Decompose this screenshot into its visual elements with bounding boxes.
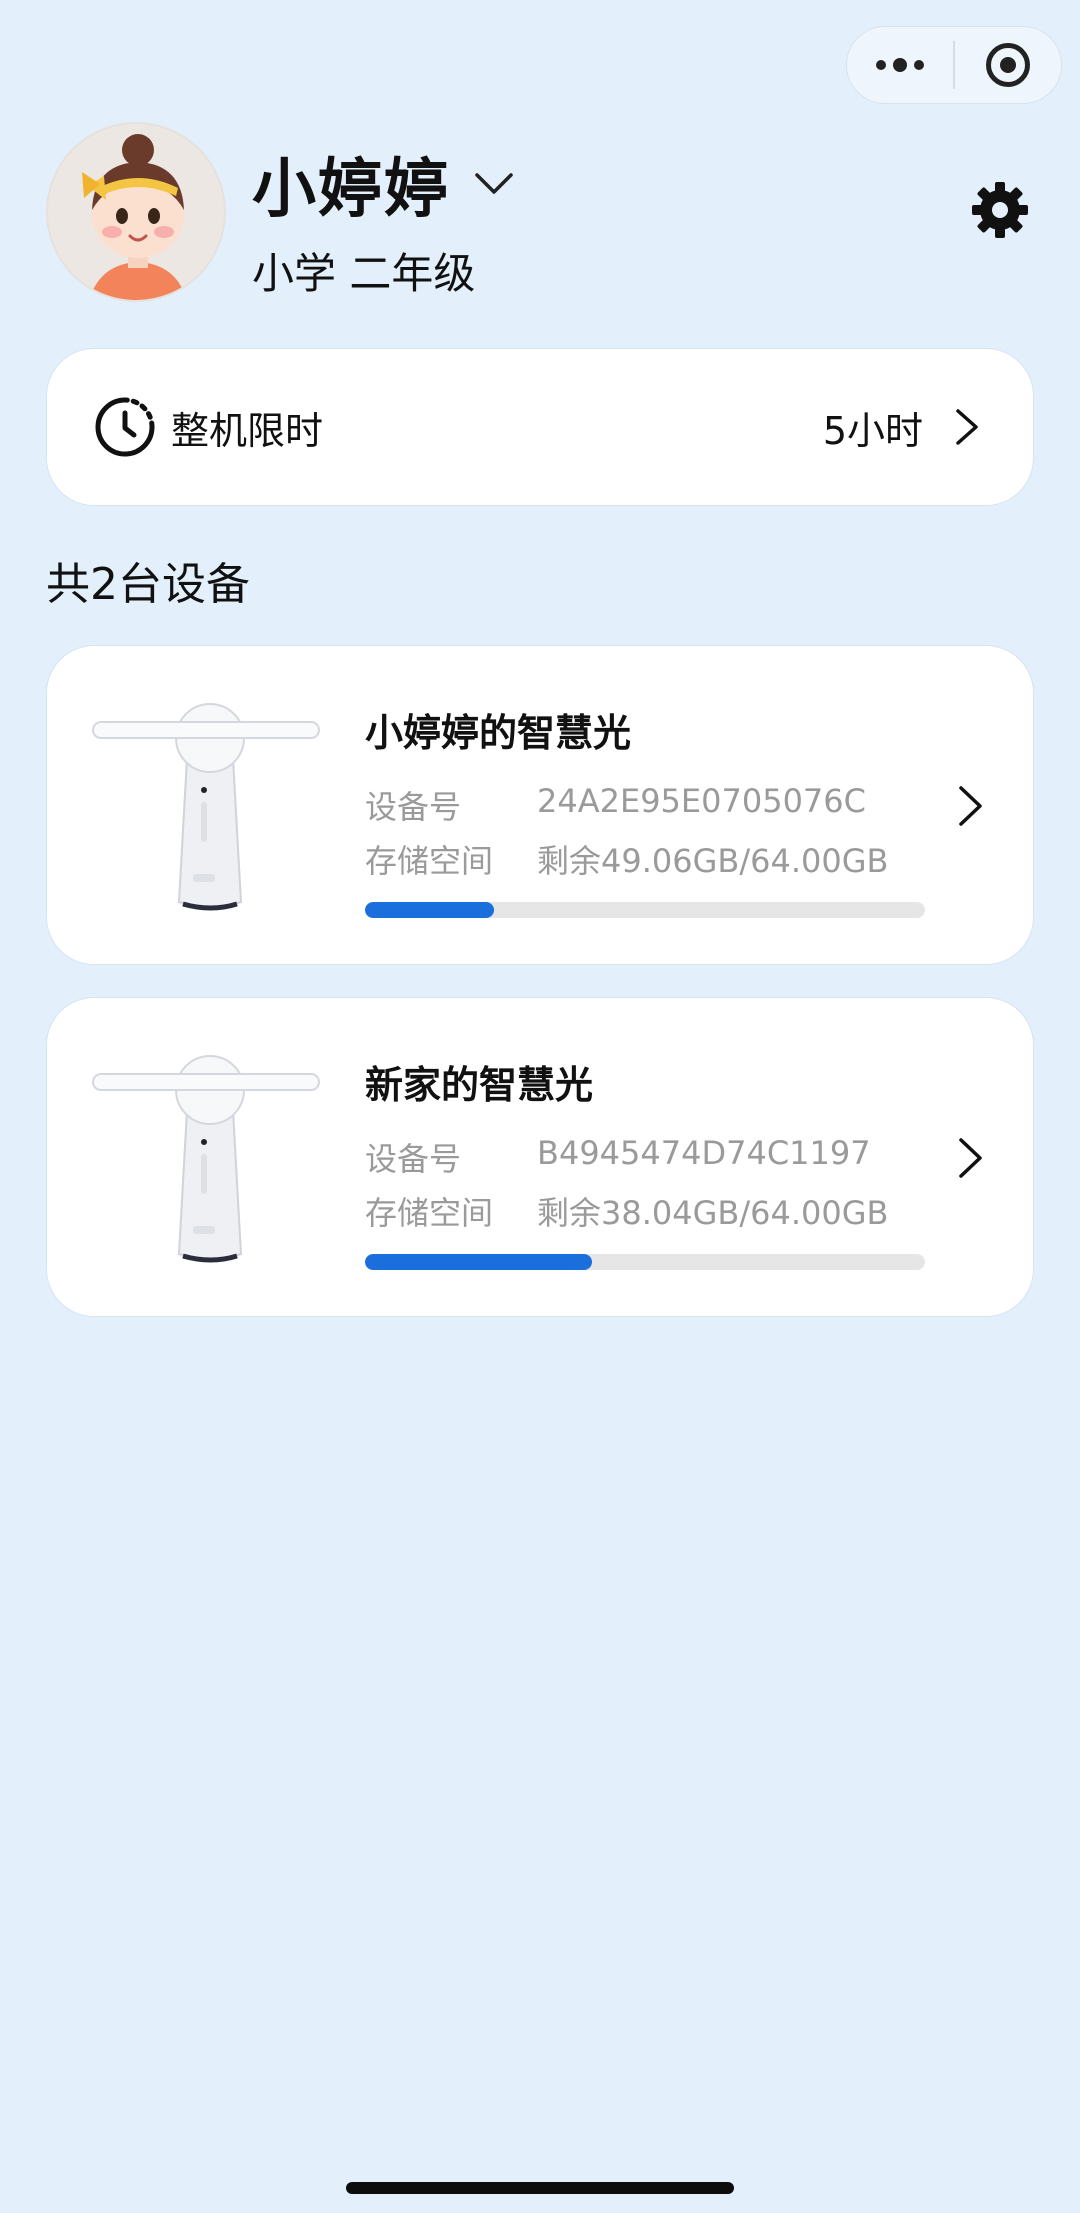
chevron-right-icon <box>956 409 978 445</box>
avatar[interactable] <box>46 122 226 302</box>
chevron-right-icon <box>959 786 982 826</box>
device-card[interactable]: 新家的智慧光 设备号 B4945474D74C1197 存储空间 剩余38.04… <box>46 997 1034 1317</box>
storage-value: 剩余49.06GB/64.00GB <box>537 842 889 880</box>
device-name: 新家的智慧光 <box>365 1063 594 1107</box>
device-id-label: 设备号 <box>365 1140 462 1178</box>
device-card[interactable]: 小婷婷的智慧光 设备号 24A2E95E0705076C 存储空间 剩余49.0… <box>46 645 1034 965</box>
timer-clock-icon <box>95 397 155 457</box>
chevron-right-icon <box>959 1138 982 1178</box>
profile-name: 小婷婷 <box>252 153 450 227</box>
device-id-value: 24A2E95E0705076C <box>537 782 866 820</box>
device-id-label: 设备号 <box>365 788 462 826</box>
miniprogram-capsule <box>846 26 1062 104</box>
storage-label: 存储空间 <box>365 1194 494 1232</box>
device-id-row: 设备号 24A2E95E0705076C <box>365 782 866 828</box>
more-button[interactable] <box>847 27 953 103</box>
desk-lamp-image <box>92 1055 320 1263</box>
target-icon <box>986 43 1030 87</box>
desk-lamp-image <box>92 703 320 911</box>
more-dots-icon <box>876 58 924 72</box>
storage-label: 存储空间 <box>365 842 494 880</box>
girl-avatar-icon <box>82 134 187 300</box>
storage-progress-bar <box>365 1254 925 1270</box>
device-name: 小婷婷的智慧光 <box>365 711 632 755</box>
profile-name-row[interactable]: 小婷婷 <box>252 138 514 230</box>
storage-value: 剩余38.04GB/64.00GB <box>537 1194 889 1232</box>
device-id-row: 设备号 B4945474D74C1197 <box>365 1134 871 1180</box>
time-limit-card[interactable]: 整机限时 5小时 <box>46 348 1034 506</box>
time-limit-label: 整机限时 <box>171 408 324 453</box>
device-id-value: B4945474D74C1197 <box>537 1134 871 1172</box>
close-miniprogram-button[interactable] <box>955 27 1061 103</box>
device-storage-row: 存储空间 剩余49.06GB/64.00GB <box>365 836 889 882</box>
device-storage-row: 存储空间 剩余38.04GB/64.00GB <box>365 1188 889 1234</box>
storage-progress-fill <box>365 902 494 918</box>
profile-grade: 小学 二年级 <box>252 249 476 298</box>
storage-progress-bar <box>365 902 925 918</box>
home-indicator[interactable] <box>346 2182 734 2194</box>
chevron-down-icon[interactable] <box>474 171 514 197</box>
device-count-title: 共2台设备 <box>46 559 250 610</box>
storage-progress-fill <box>365 1254 592 1270</box>
gear-icon[interactable] <box>970 180 1030 240</box>
time-limit-value: 5小时 <box>822 408 923 453</box>
